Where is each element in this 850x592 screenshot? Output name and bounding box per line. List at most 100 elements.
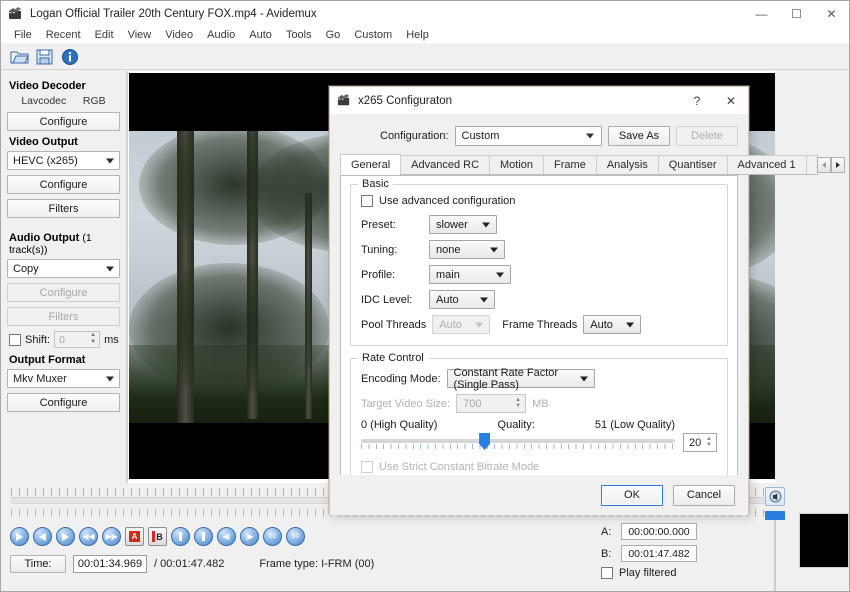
next-frame-button[interactable] (56, 527, 75, 546)
menu-item-help[interactable]: Help (399, 28, 436, 42)
menu-item-video[interactable]: Video (158, 28, 200, 42)
marker-a-input[interactable]: 00:00:00.000 (621, 523, 697, 540)
audio-output-title: Audio Output (1 track(s)) (9, 232, 120, 256)
close-icon: ✕ (726, 94, 736, 108)
tab-frame[interactable]: Frame (543, 155, 597, 175)
use-advanced-configuration-checkbox[interactable] (361, 195, 373, 207)
spinner-arrows-icon[interactable]: ▲▼ (706, 436, 712, 448)
quality-slider[interactable] (361, 433, 675, 449)
configuration-select[interactable]: Custom (455, 126, 603, 146)
speaker-icon[interactable] (765, 487, 785, 506)
previous-keyframe-button[interactable] (171, 527, 190, 546)
dialog-body: Configuration: Custom Save As Delete Gen… (330, 115, 748, 515)
minimize-button[interactable]: — (744, 1, 779, 27)
output-format-configure-button[interactable]: Configure (7, 393, 120, 412)
menu-item-recent[interactable]: Recent (39, 28, 88, 42)
chevron-down-icon (106, 158, 114, 163)
quality-slider-track (361, 439, 675, 443)
menu-item-auto[interactable]: Auto (242, 28, 279, 42)
mark-b-button[interactable]: B (148, 527, 167, 546)
tuning-label: Tuning: (361, 244, 423, 256)
tab-quantiser[interactable]: Quantiser (658, 155, 728, 175)
go-to-end-button[interactable]: |▶ (240, 527, 259, 546)
dialog-close-button[interactable]: ✕ (714, 87, 748, 115)
chevron-down-icon (580, 376, 588, 381)
next-keyframe-button[interactable] (194, 527, 213, 546)
volume-slider-thumb[interactable] (765, 511, 785, 520)
tab-scroll-right-button[interactable] (831, 157, 845, 173)
configuration-row: Configuration: Custom Save As Delete (340, 126, 738, 146)
duration-label: / 00:01:47.482 (154, 558, 224, 570)
open-file-icon[interactable] (9, 47, 30, 67)
previous-frame-button[interactable] (33, 527, 52, 546)
dialog-help-button[interactable]: ? (680, 87, 714, 115)
menu-item-file[interactable]: File (7, 28, 39, 42)
decoder-colorspace-label: RGB (83, 95, 106, 107)
audio-shift-label: Shift: (25, 334, 50, 346)
rate-control-group-title: Rate Control (358, 352, 428, 364)
target-video-size-input: 700 ▲▼ (456, 394, 526, 413)
ok-button[interactable]: OK (601, 485, 663, 506)
idc-level-select[interactable]: Auto (429, 290, 495, 309)
quality-value-input[interactable]: 20 ▲▼ (683, 433, 717, 452)
menu-item-go[interactable]: Go (319, 28, 348, 42)
save-as-button[interactable]: Save As (608, 126, 670, 146)
avidemux-icon (337, 93, 352, 108)
tab-advanced-rc[interactable]: Advanced RC (400, 155, 490, 175)
audio-output-codec-select[interactable]: Copy (7, 259, 120, 278)
video-decoder-configure-button[interactable]: Configure (7, 112, 120, 131)
tab-motion[interactable]: Motion (489, 155, 544, 175)
current-time-input[interactable]: 00:01:34.969 (73, 555, 147, 573)
play-filtered-checkbox[interactable] (601, 567, 613, 579)
avidemux-window: Logan Official Trailer 20th Century FOX.… (0, 0, 850, 592)
double-right-icon: ▶▶ (105, 532, 117, 541)
back-60s-button[interactable]: 60 (263, 527, 282, 546)
marker-b-input[interactable]: 00:01:47.482 (621, 545, 697, 562)
chevron-down-icon (475, 322, 483, 327)
menu-item-view[interactable]: View (121, 28, 159, 42)
profile-select[interactable]: main (429, 265, 511, 284)
menu-item-tools[interactable]: Tools (279, 28, 319, 42)
threads-row: Pool Threads Auto Frame Threads Auto (361, 315, 717, 334)
preset-select[interactable]: slower (429, 215, 497, 234)
tab-general[interactable]: General (340, 154, 401, 175)
tab-analysis[interactable]: Analysis (596, 155, 659, 175)
cancel-button[interactable]: Cancel (673, 485, 735, 506)
output-format-select[interactable]: Mkv Muxer (7, 369, 120, 388)
forward-button[interactable]: ▶▶ (102, 527, 121, 546)
strict-cbr-checkbox (361, 461, 373, 473)
close-button[interactable]: ✕ (814, 1, 849, 27)
preset-value: slower (436, 219, 468, 231)
audio-shift-value: 0 (59, 334, 65, 346)
go-to-start-button[interactable]: ◀| (217, 527, 236, 546)
play-button[interactable] (10, 527, 29, 546)
volume-control[interactable] (765, 487, 789, 591)
tab-scroll-left-button[interactable] (817, 157, 831, 173)
dialog-titlebar: x265 Configuraton ? ✕ (330, 87, 748, 115)
menu-item-audio[interactable]: Audio (200, 28, 242, 42)
video-output-configure-button[interactable]: Configure (7, 175, 120, 194)
chevron-down-icon (586, 134, 594, 139)
playback-controls: ◀◀ ▶▶ A B ◀| |▶ 60 60 (10, 527, 305, 546)
info-icon[interactable] (59, 47, 80, 67)
volume-slider-track[interactable] (774, 511, 776, 591)
forward-60s-button[interactable]: 60 (286, 527, 305, 546)
audio-shift-checkbox[interactable] (9, 334, 21, 346)
video-output-codec-select[interactable]: HEVC (x265) (7, 151, 120, 170)
mark-a-button[interactable]: A (125, 527, 144, 546)
rewind-button[interactable]: ◀◀ (79, 527, 98, 546)
tab-advanced-1[interactable]: Advanced 1 (727, 155, 807, 175)
encoding-mode-select[interactable]: Constant Rate Factor (Single Pass) (447, 369, 595, 388)
tuning-select[interactable]: none (429, 240, 505, 259)
video-output-filters-button[interactable]: Filters (7, 199, 120, 218)
maximize-button[interactable]: ☐ (779, 1, 814, 27)
chevron-down-icon (496, 272, 504, 277)
save-file-icon[interactable] (34, 47, 55, 67)
menu-item-custom[interactable]: Custom (347, 28, 399, 42)
menu-item-edit[interactable]: Edit (88, 28, 121, 42)
audio-shift-input[interactable]: 0 ▲▼ (54, 331, 100, 348)
profile-row: Profile: main (361, 265, 717, 284)
avidemux-icon (8, 6, 24, 22)
video-output-title: Video Output (9, 136, 120, 148)
frame-threads-select[interactable]: Auto (583, 315, 641, 334)
